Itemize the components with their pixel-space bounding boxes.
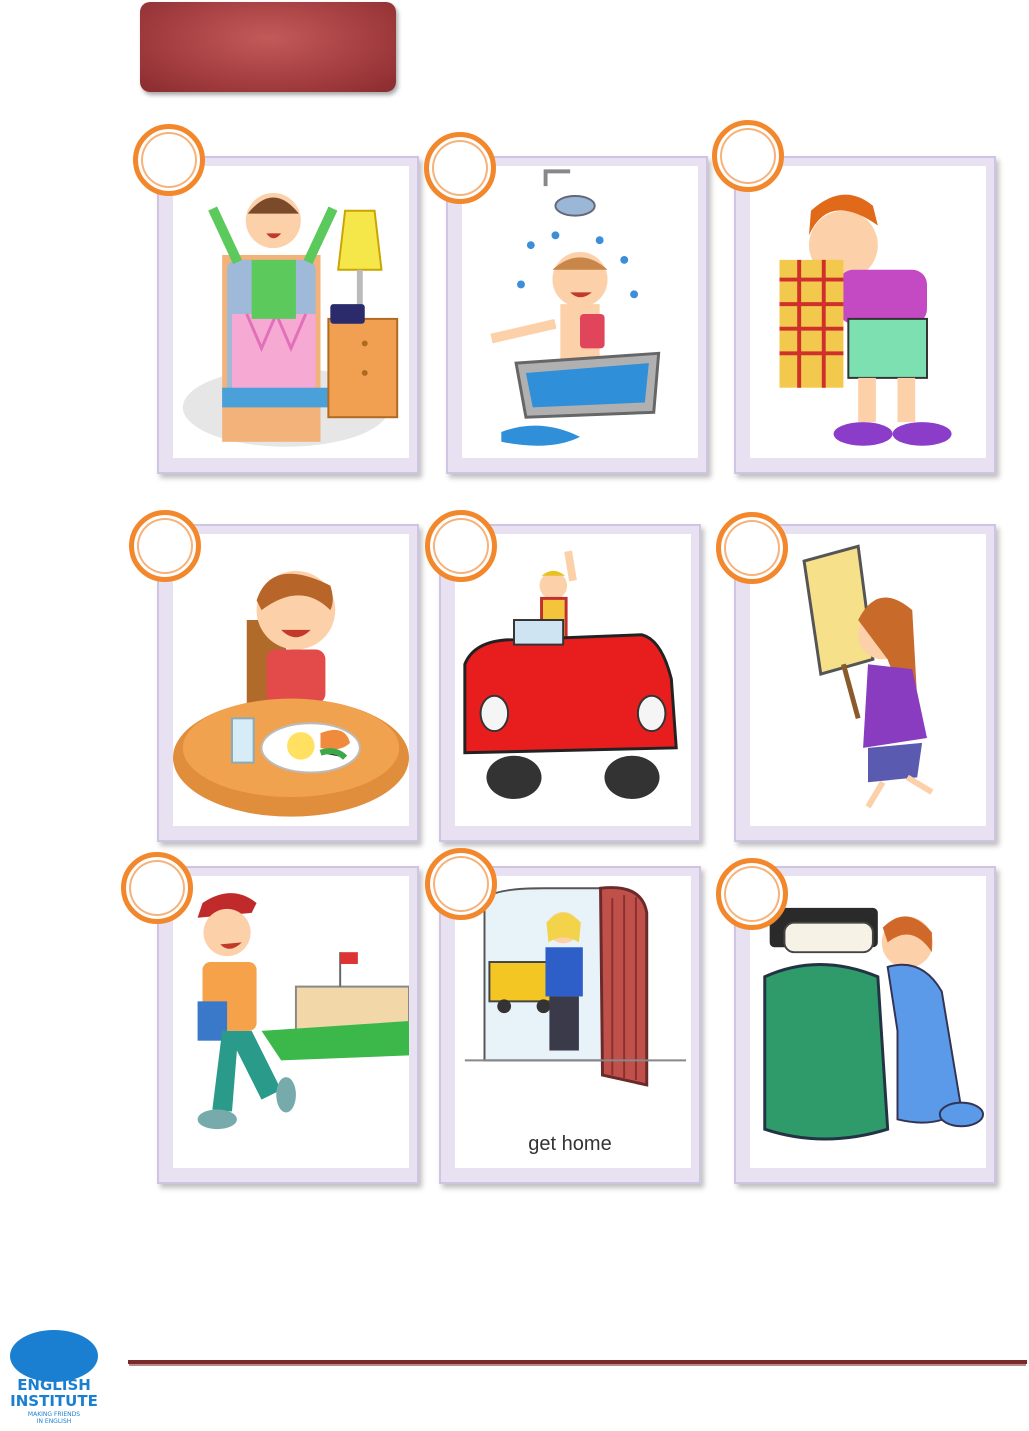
getting-dressed-illustration [779, 194, 952, 446]
picture-card-5 [425, 510, 701, 842]
svg-text:MAKING FRIENDS: MAKING FRIENDS [28, 1411, 80, 1418]
picture-card-1 [133, 124, 419, 474]
picture-card-8: get home [425, 848, 701, 1184]
picture-card-6 [716, 512, 996, 842]
praying-illustration [763, 907, 985, 1141]
footer-rule [128, 1360, 1027, 1364]
wake-up-illustration [182, 193, 399, 447]
number-badge-4 [129, 510, 201, 582]
svg-text:INSTITUTE: INSTITUTE [10, 1392, 98, 1410]
shower-illustration [490, 169, 661, 446]
english-institute-logo: ENGLISH INSTITUTE MAKING FRIENDS IN ENGL… [4, 1326, 104, 1426]
number-badge-8 [425, 848, 497, 920]
picture-card-7 [121, 852, 419, 1184]
card-caption-get-home: get home [528, 1133, 612, 1155]
number-badge-5 [425, 510, 497, 582]
picture-card-3 [712, 120, 996, 474]
logo-icon: ENGLISH INSTITUTE MAKING FRIENDS IN ENGL… [10, 1330, 98, 1425]
number-badge-1 [133, 124, 205, 196]
picture-card-9 [716, 858, 996, 1184]
breakfast-illustration [173, 570, 409, 817]
driving-car-illustration [463, 550, 678, 799]
number-badge-3 [712, 120, 784, 192]
number-badge-9 [716, 858, 788, 930]
number-badge-7 [121, 852, 193, 924]
number-badge-2 [424, 132, 496, 204]
number-badge-6 [716, 512, 788, 584]
picture-card-2 [424, 132, 708, 474]
quit-sign-illustration [802, 544, 934, 809]
title-banner [140, 2, 396, 92]
walking-to-school-illustration [197, 893, 409, 1130]
get-home-illustration [464, 886, 687, 1087]
svg-text:IN ENGLISH: IN ENGLISH [37, 1418, 72, 1425]
picture-card-4 [129, 510, 419, 842]
